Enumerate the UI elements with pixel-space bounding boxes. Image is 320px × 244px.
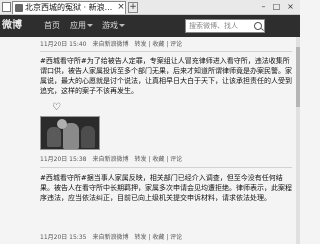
like-icon[interactable]: ♡ [52,103,62,113]
scrollbar[interactable] [296,37,300,244]
search-placeholder: 搜索微博、找人 [189,22,238,30]
divider [40,51,292,52]
post-image[interactable] [40,116,100,150]
tab-close-icon[interactable]: × [116,1,126,13]
post-source: 来自新浪微博 [92,234,129,241]
post-meta: 11月20日 15:40 来自新浪微博 转发 | 收藏 | 评论 [40,40,182,49]
post-actions[interactable]: 转发 | 收藏 | 评论 [134,234,182,241]
post-paragraph: #西城看守所#为了给被告人定罪，专案组让人冒充律师进入看守所，违法收集所谓口供，… [40,57,292,95]
new-tab-button[interactable]: + [128,2,138,13]
maximize-button[interactable]: □ [271,2,282,12]
post-text: #西城看守所#为了给被告人定罪，专案组让人冒充律师进入看守所，违法收集所谓口供，… [40,56,292,96]
post-time[interactable]: 11月20日 15:35 [40,234,86,241]
scrollbar-thumb[interactable] [296,47,300,107]
nav-item-apps[interactable]: 应用 [70,20,93,32]
nav-item-apps-label: 应用 [70,21,86,30]
post-text: #西城看守所#据当事人家属反映，相关部门已经介入调查，但至今没有任何结果。被告人… [40,173,292,203]
tab-overview-button[interactable] [2,2,11,12]
minimize-button[interactable]: – [258,2,269,12]
nav-item-games[interactable]: 游戏 [102,20,125,32]
post-source: 来自新浪微博 [92,156,129,163]
nav-item-home[interactable]: 首页 [44,20,60,32]
chevron-down-icon [87,24,93,27]
search-icon[interactable] [254,22,262,30]
image-figure [57,119,67,129]
post-meta: 11月20日 15:38 来自新浪微博 转发 | 收藏 | 评论 [40,155,182,164]
chevron-down-icon [119,24,125,27]
brand-logo[interactable]: 微博 [2,19,22,33]
post-paragraph: #西城看守所#据当事人家属反映，相关部门已经介入调查，但至今没有任何结果。被告人… [40,174,292,202]
search-input[interactable]: 搜索微博、找人 [185,19,265,33]
image-figure [81,126,95,148]
nav-item-games-label: 游戏 [102,21,118,30]
app-header: 微博 首页 应用 游戏 搜索微博、找人 [0,15,300,37]
post-actions[interactable]: 转发 | 收藏 | 评论 [134,156,182,163]
favicon-icon [15,4,23,12]
post-actions[interactable]: 转发 | 收藏 | 评论 [134,41,182,48]
title-bar: 北京西城的冤狱 · 新浪... × + – □ × [0,0,300,15]
divider [40,167,292,168]
post-time[interactable]: 11月20日 15:40 [40,41,86,48]
tab-title: 北京西城的冤狱 · 新浪... [25,3,113,12]
post-time[interactable]: 11月20日 15:38 [40,156,86,163]
post-source: 来自新浪微博 [92,41,129,48]
browser-tab[interactable]: 北京西城的冤狱 · 新浪... [12,1,126,14]
image-figure [47,127,61,147]
close-window-button[interactable]: × [285,2,296,12]
post-meta: 11月20日 15:35 来自新浪微博 转发 | 收藏 | 评论 [40,233,182,242]
